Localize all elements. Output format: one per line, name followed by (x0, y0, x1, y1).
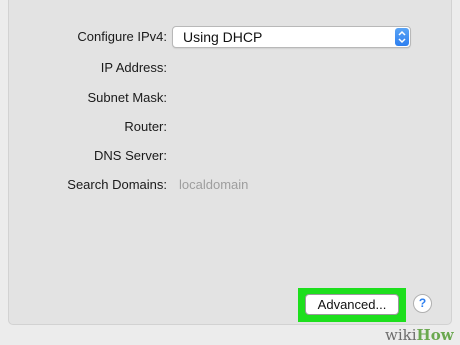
dns-server-label: DNS Server: (94, 148, 167, 163)
wikihow-watermark: wikiHow (385, 326, 454, 344)
configure-ipv4-select[interactable]: Using DHCP (172, 26, 411, 48)
subnet-mask-label: Subnet Mask: (87, 90, 168, 105)
watermark-how: How (416, 326, 454, 344)
configure-ipv4-label: Configure IPv4: (77, 29, 167, 44)
search-domains-label: Search Domains: (67, 177, 167, 192)
router-label: Router: (124, 119, 167, 134)
configure-ipv4-value: Using DHCP (183, 29, 263, 45)
network-settings-panel: Configure IPv4: Using DHCP IP Address: S… (8, 0, 452, 325)
up-down-chevron-icon (395, 28, 409, 46)
ip-address-label: IP Address: (100, 60, 167, 75)
search-domains-value: localdomain (179, 177, 249, 192)
advanced-button[interactable]: Advanced... (305, 294, 399, 315)
watermark-wiki: wiki (385, 326, 417, 344)
help-button[interactable]: ? (413, 294, 432, 313)
